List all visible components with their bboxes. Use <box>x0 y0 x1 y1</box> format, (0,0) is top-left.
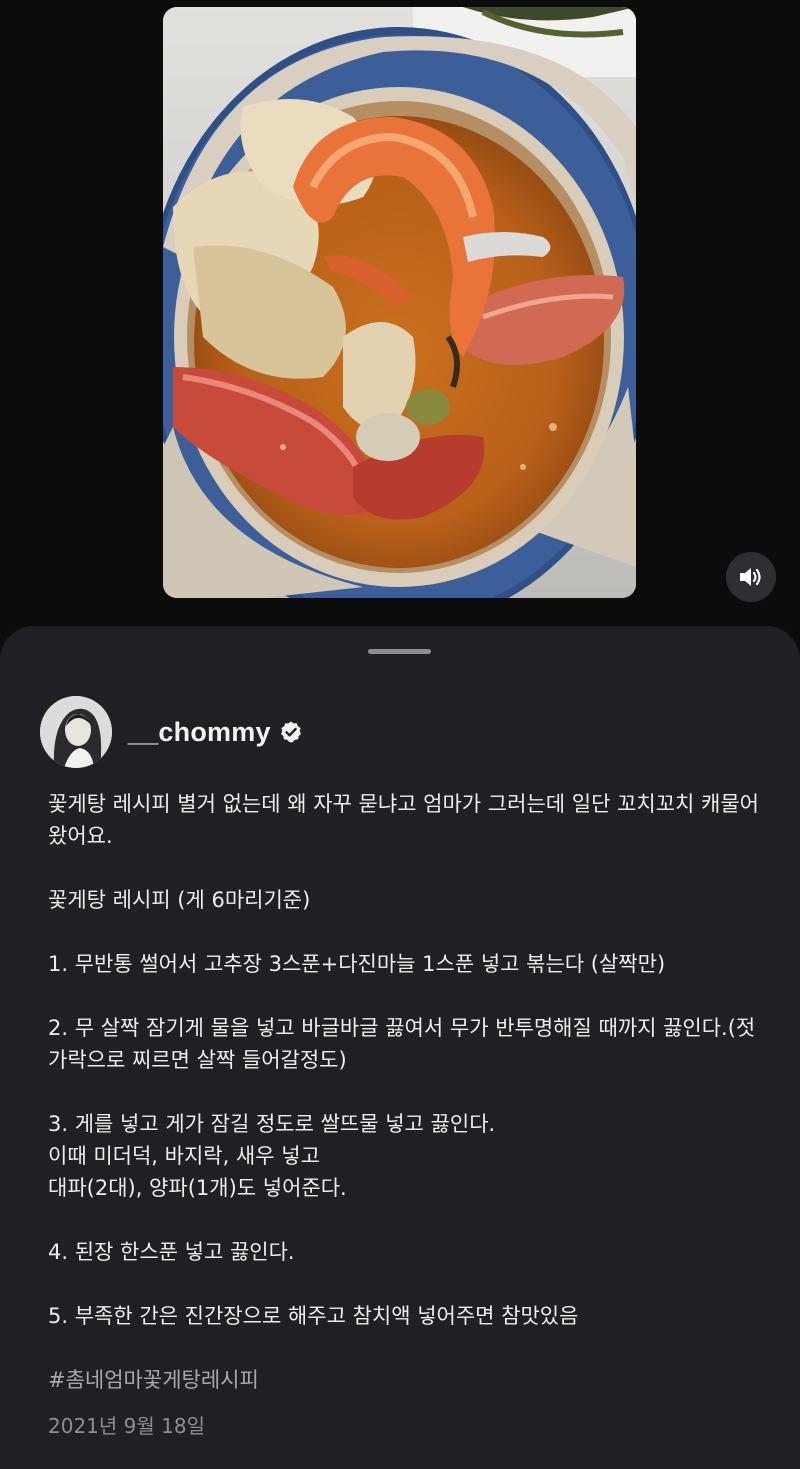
verified-badge-icon <box>280 721 301 743</box>
sheet-grab-handle[interactable] <box>368 649 431 654</box>
recipe-step: 1. 무반통 썰어서 고추장 3스푼+다진마늘 1스푼 넣고 볶는다 (살짝만) <box>48 952 666 976</box>
caption-intro: 꽃게탕 레시피 별거 없는데 왜 자꾸 묻냐고 엄마가 그러는데 일단 꼬치꼬치… <box>48 792 759 848</box>
profile-photo <box>40 696 112 768</box>
avatar[interactable] <box>40 696 112 768</box>
recipe-step: 2. 무 살짝 잠기게 물을 넣고 바글바글 끓여서 무가 반투명해질 때까지 … <box>48 1016 756 1072</box>
post-caption: 꽃게탕 레시피 별거 없는데 왜 자꾸 묻냐고 엄마가 그러는데 일단 꼬치꼬치… <box>48 788 760 1428</box>
hashtag-link[interactable]: #촘네엄마꽃게탕레시피 <box>48 1364 760 1396</box>
username[interactable]: __chommy <box>128 717 271 748</box>
recipe-step: 3. 게를 넣고 게가 잠길 정도로 쌀뜨물 넣고 끓인다. 이때 미더덕, 바… <box>48 1112 496 1200</box>
recipe-title: 꽃게탕 레시피 (게 6마리기준) <box>48 888 311 912</box>
media-area <box>0 0 800 640</box>
caption-sheet: __chommy 꽃게탕 레시피 별거 없는데 왜 자꾸 묻냐고 엄마가 그러는… <box>0 626 800 1469</box>
post-screen: __chommy 꽃게탕 레시피 별거 없는데 왜 자꾸 묻냐고 엄마가 그러는… <box>0 0 800 1469</box>
speaker-icon <box>740 568 761 586</box>
post-photo[interactable] <box>163 7 636 598</box>
recipe-step: 4. 된장 한스푼 넣고 끓인다. <box>48 1240 295 1264</box>
sound-toggle-button[interactable] <box>726 552 776 602</box>
food-photo <box>163 7 636 598</box>
recipe-step: 5. 부족한 간은 진간장으로 해주고 참치액 넣어주면 참맛있음 <box>48 1304 579 1328</box>
author-row: __chommy <box>128 714 303 750</box>
post-date: 2021년 9월 18일 <box>48 1414 205 1438</box>
